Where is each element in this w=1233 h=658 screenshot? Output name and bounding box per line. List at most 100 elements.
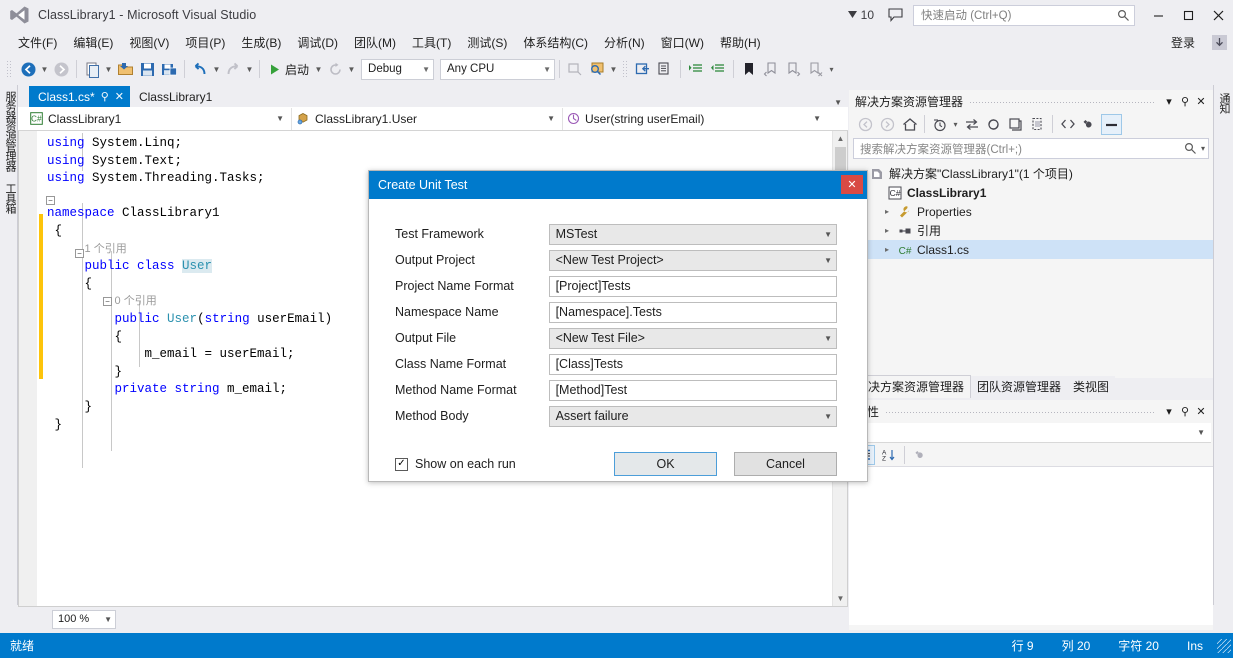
properties-close-icon[interactable]: ✕ (1193, 402, 1209, 420)
search-options-chevron-icon[interactable]: ▾ (1197, 144, 1205, 153)
redo-dropdown[interactable]: ▼ (244, 58, 255, 80)
solution-search-input[interactable]: 搜索解决方案资源管理器(Ctrl+;) ▾ (853, 138, 1209, 159)
navigate-backward-dropdown[interactable]: ▼ (39, 58, 50, 80)
properties-object-combo[interactable]: ▼ (851, 423, 1211, 443)
save-all-button[interactable] (158, 58, 180, 80)
nav-project-combo[interactable]: C# ClassLibrary1 ▼ (26, 108, 291, 130)
comment-selection-button[interactable] (654, 58, 676, 80)
sync-with-active-document-icon[interactable] (961, 114, 982, 135)
scroll-up-icon[interactable]: ▲ (833, 131, 847, 146)
editor-tab-classlibrary1[interactable]: ClassLibrary1 (129, 86, 219, 107)
input-test-framework[interactable]: MSTest ▼ (548, 223, 837, 245)
tree-node-references[interactable]: ▸ 引用 (849, 221, 1213, 240)
menu-analyze[interactable]: 分析(N) (596, 31, 653, 54)
toggle-bookmark-button[interactable] (738, 58, 760, 80)
properties-menu-icon[interactable]: ▾ (1161, 402, 1177, 420)
dialog-close-button[interactable]: ✕ (841, 175, 863, 194)
menu-debug[interactable]: 调试(D) (289, 31, 346, 54)
refresh-icon[interactable] (983, 114, 1004, 135)
toolbar-overflow-button[interactable]: ▾ (826, 58, 837, 80)
feedback-icon[interactable] (888, 8, 903, 22)
input-output-project[interactable]: <New Test Project> ▼ (548, 249, 837, 271)
find-in-files-button[interactable] (586, 58, 608, 80)
restart-dropdown[interactable]: ▼ (346, 58, 357, 80)
home-icon[interactable] (899, 114, 920, 135)
navigate-backward-button[interactable] (17, 58, 39, 80)
new-project-button[interactable] (81, 58, 103, 80)
properties-icon[interactable] (1079, 114, 1100, 135)
tree-node-class1[interactable]: ▸ C# Class1.cs (849, 240, 1213, 259)
panel-drag-dots[interactable] (969, 90, 1155, 112)
next-bookmark-button[interactable] (782, 58, 804, 80)
menu-project[interactable]: 项目(P) (177, 31, 233, 54)
increase-indent-button[interactable] (685, 58, 707, 80)
menu-team[interactable]: 团队(M) (346, 31, 404, 54)
pending-changes-icon[interactable] (929, 114, 950, 135)
ok-button[interactable]: OK (614, 452, 717, 476)
close-button[interactable] (1203, 0, 1233, 30)
input-namespace-name[interactable]: [Namespace].Tests (548, 301, 837, 323)
configuration-combo[interactable]: Debug ▼ (361, 58, 435, 80)
restart-button[interactable] (324, 58, 346, 80)
panel-pin-icon[interactable]: ⚲ (1177, 92, 1193, 110)
view-code-icon[interactable] (1057, 114, 1078, 135)
quick-launch-input[interactable]: 快速启动 (Ctrl+Q) (913, 4, 1135, 26)
menu-window[interactable]: 窗口(W) (653, 31, 712, 54)
dock-tab-server-explorer[interactable]: 服务器资源管理器 (0, 85, 20, 177)
maximize-button[interactable] (1173, 0, 1203, 30)
navigate-forward-button[interactable] (50, 58, 72, 80)
collapse-all-icon[interactable] (1005, 114, 1026, 135)
properties-grid[interactable] (849, 467, 1213, 625)
decrease-indent-button[interactable] (707, 58, 729, 80)
show-on-each-run-checkbox[interactable]: ✓ (395, 457, 408, 471)
twisty-references[interactable]: ▸ (881, 226, 893, 235)
send-feedback-icon[interactable] (1209, 33, 1229, 53)
undo-dropdown[interactable]: ▼ (211, 58, 222, 80)
editor-tab-class1[interactable]: Class1.cs* ⚲ ✕ (29, 86, 130, 107)
sign-in-button[interactable]: 登录 (1165, 34, 1201, 51)
menu-build[interactable]: 生成(B) (233, 31, 289, 54)
pending-changes-dropdown[interactable]: ▾ (951, 113, 960, 135)
twisty-properties[interactable]: ▸ (881, 207, 893, 216)
toolbar-grip[interactable] (6, 60, 13, 78)
attach-process-button[interactable] (564, 58, 586, 80)
preview-selected-items-icon[interactable] (1101, 113, 1122, 135)
zoom-level-combo[interactable]: 100 % ▼ (52, 609, 116, 629)
tab-team-explorer[interactable]: 团队资源管理器 (971, 376, 1068, 398)
pin-icon[interactable]: ⚲ (101, 90, 109, 103)
input-method-name-format[interactable]: [Method]Test (548, 379, 837, 401)
redo-button[interactable] (222, 58, 244, 80)
tree-node-properties[interactable]: ▸ Properties (849, 202, 1213, 221)
warning-indicator[interactable]: 10 (847, 8, 874, 22)
input-class-name-format[interactable]: [Class]Tests (548, 353, 837, 375)
nav-member-combo[interactable]: User(string userEmail) ▼ (563, 108, 828, 130)
save-button[interactable] (136, 58, 158, 80)
menu-view[interactable]: 视图(V) (121, 31, 177, 54)
property-pages-icon[interactable] (911, 445, 931, 465)
cancel-button[interactable]: Cancel (734, 452, 837, 476)
find-dropdown[interactable]: ▼ (608, 58, 619, 80)
show-all-files-icon[interactable] (1027, 114, 1048, 135)
tree-node-project[interactable]: C# ClassLibrary1 (849, 183, 1213, 202)
undo-button[interactable] (189, 58, 211, 80)
clear-bookmarks-button[interactable] (804, 58, 826, 80)
twisty-class1[interactable]: ▸ (881, 245, 893, 254)
menu-file[interactable]: 文件(F) (10, 31, 65, 54)
platform-combo[interactable]: Any CPU ▼ (440, 58, 556, 80)
panel-menu-icon[interactable]: ▾ (1161, 92, 1177, 110)
scroll-down-icon[interactable]: ▼ (833, 591, 847, 606)
show-on-each-run-checkbox-wrap[interactable]: ✓ Show on each run (395, 457, 516, 471)
tree-node-solution[interactable]: 解决方案"ClassLibrary1"(1 个项目) (849, 164, 1213, 183)
nav-forward-icon[interactable] (877, 114, 898, 135)
open-file-button[interactable] (114, 58, 136, 80)
properties-drag-dots[interactable] (885, 400, 1155, 422)
resize-grip-icon[interactable] (1217, 638, 1231, 653)
menu-test[interactable]: 测试(S) (459, 31, 515, 54)
tab-class-view[interactable]: 类视图 (1067, 376, 1116, 398)
nav-back-icon[interactable] (855, 114, 876, 135)
previous-bookmark-button[interactable] (760, 58, 782, 80)
input-project-name-format[interactable]: [Project]Tests (548, 275, 837, 297)
minimize-button[interactable] (1143, 0, 1173, 30)
menu-tools[interactable]: 工具(T) (404, 31, 459, 54)
new-project-dropdown[interactable]: ▼ (103, 58, 114, 80)
